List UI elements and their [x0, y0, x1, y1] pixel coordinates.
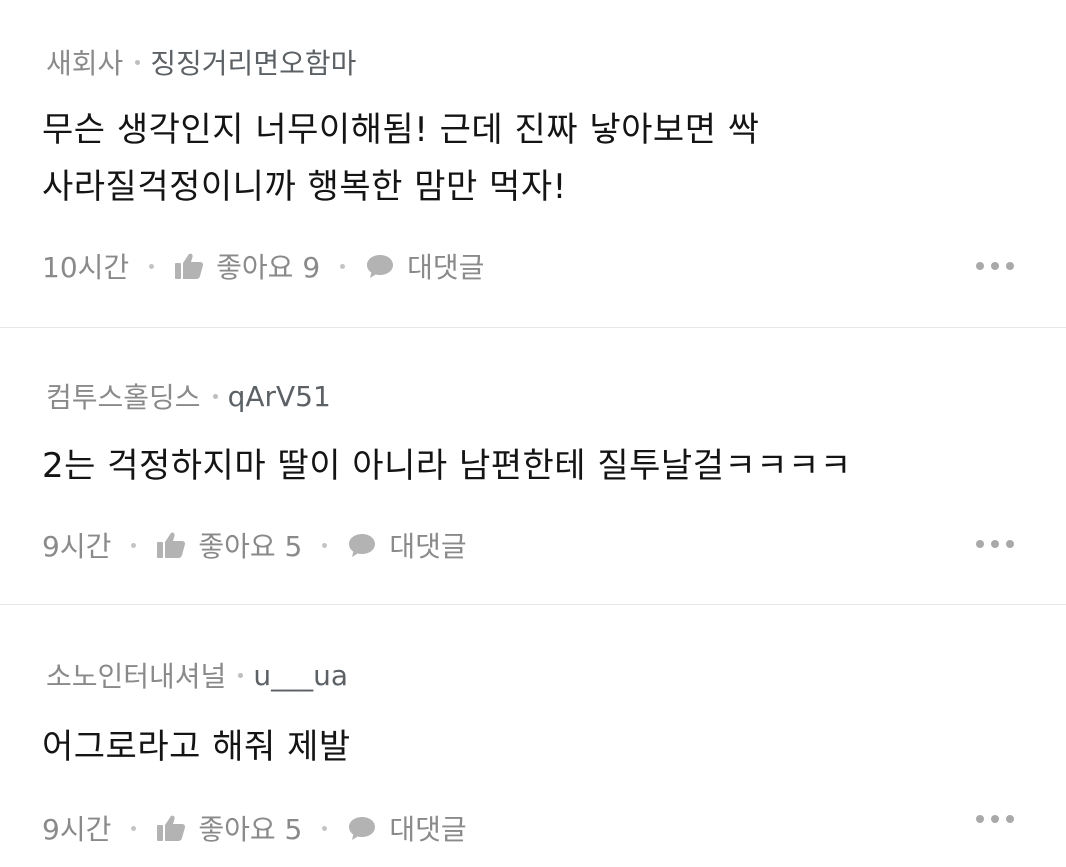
separator-dot — [340, 263, 346, 269]
more-options-button[interactable] — [974, 534, 1016, 554]
separator-dot — [131, 542, 137, 548]
thumbs-up-icon — [175, 253, 204, 279]
more-dot — [991, 262, 999, 270]
comment-text: 2는 걱정하지마 딸이 아니라 남편한테 질투날걸ㅋㅋㅋㅋ — [42, 446, 852, 486]
timestamp: 9시간 — [42, 530, 112, 563]
thumbs-up-icon — [157, 532, 186, 558]
reply-button[interactable]: 대댓글 — [347, 808, 467, 848]
timestamp: 9시간 — [42, 813, 112, 846]
more-dot — [991, 540, 999, 548]
separator-dot — [149, 263, 155, 269]
reply-button[interactable]: 대댓글 — [365, 246, 484, 286]
comment-item: 컴투스홀딩스 qArV51 2는 걱정하지마 딸이 아니라 남편한테 질투날걸ㅋ… — [0, 328, 1066, 605]
reply-label: 대댓글 — [389, 530, 467, 563]
nickname[interactable]: u___ua — [253, 659, 348, 692]
nickname[interactable]: qArV51 — [228, 380, 331, 413]
separator-dot — [135, 59, 141, 65]
reply-label: 대댓글 — [389, 813, 467, 846]
company-name[interactable]: 새회사 — [46, 42, 123, 82]
comment-actions: 10시간 좋아요 9 대댓글 — [42, 246, 1026, 286]
more-dot — [991, 815, 999, 823]
speech-bubble-icon — [349, 534, 376, 557]
more-horizontal-icon — [976, 815, 984, 823]
company-name[interactable]: 컴투스홀딩스 — [46, 376, 201, 416]
separator-dot — [212, 393, 218, 399]
company-name[interactable]: 소노인터내셔널 — [46, 655, 226, 695]
comment-meta: 새회사 징징거리면오함마 — [46, 42, 1026, 82]
comment-text: 어그로라고 해줘 제발 — [42, 727, 351, 767]
like-label: 좋아요 5 — [198, 813, 303, 846]
more-dot — [1006, 262, 1014, 270]
more-horizontal-icon — [976, 262, 984, 270]
comment-list: 새회사 징징거리면오함마 무슨 생각인지 너무이해됨! 근데 진짜 낳아보면 싹… — [0, 0, 1066, 867]
comment-actions: 9시간 좋아요 5 대댓글 — [42, 808, 1026, 848]
like-button[interactable]: 좋아요 9 — [174, 246, 320, 286]
comment-item: 소노인터내셔널 u___ua 어그로라고 해줘 제발 9시간 좋아요 5 대댓글 — [0, 605, 1066, 867]
separator-dot — [131, 825, 137, 831]
more-horizontal-icon — [976, 540, 984, 548]
comment-meta: 컴투스홀딩스 qArV51 — [46, 376, 1026, 416]
more-options-button[interactable] — [974, 256, 1016, 276]
like-button[interactable]: 좋아요 5 — [156, 525, 302, 565]
comment-meta: 소노인터내셔널 u___ua — [46, 655, 1026, 695]
separator-dot — [238, 672, 244, 678]
reply-button[interactable]: 대댓글 — [347, 525, 467, 565]
separator-dot — [322, 825, 328, 831]
separator-dot — [322, 542, 328, 548]
more-options-button[interactable] — [974, 809, 1016, 829]
comment-text: 무슨 생각인지 너무이해됨! 근데 진짜 낳아보면 싹 사라질걱정이니까 행복한… — [42, 110, 760, 207]
more-dot — [1006, 540, 1014, 548]
comment-item: 새회사 징징거리면오함마 무슨 생각인지 너무이해됨! 근데 진짜 낳아보면 싹… — [0, 0, 1066, 328]
speech-bubble-icon — [349, 817, 376, 840]
thumbs-up-icon — [157, 815, 186, 841]
speech-bubble-icon — [367, 255, 394, 278]
nickname[interactable]: 징징거리면오함마 — [150, 42, 356, 82]
timestamp: 10시간 — [42, 251, 130, 284]
like-label: 좋아요 9 — [216, 251, 321, 284]
like-label: 좋아요 5 — [198, 530, 303, 563]
like-button[interactable]: 좋아요 5 — [156, 808, 302, 848]
more-dot — [1006, 815, 1014, 823]
comment-actions: 9시간 좋아요 5 대댓글 — [42, 525, 1026, 565]
reply-label: 대댓글 — [407, 251, 485, 284]
